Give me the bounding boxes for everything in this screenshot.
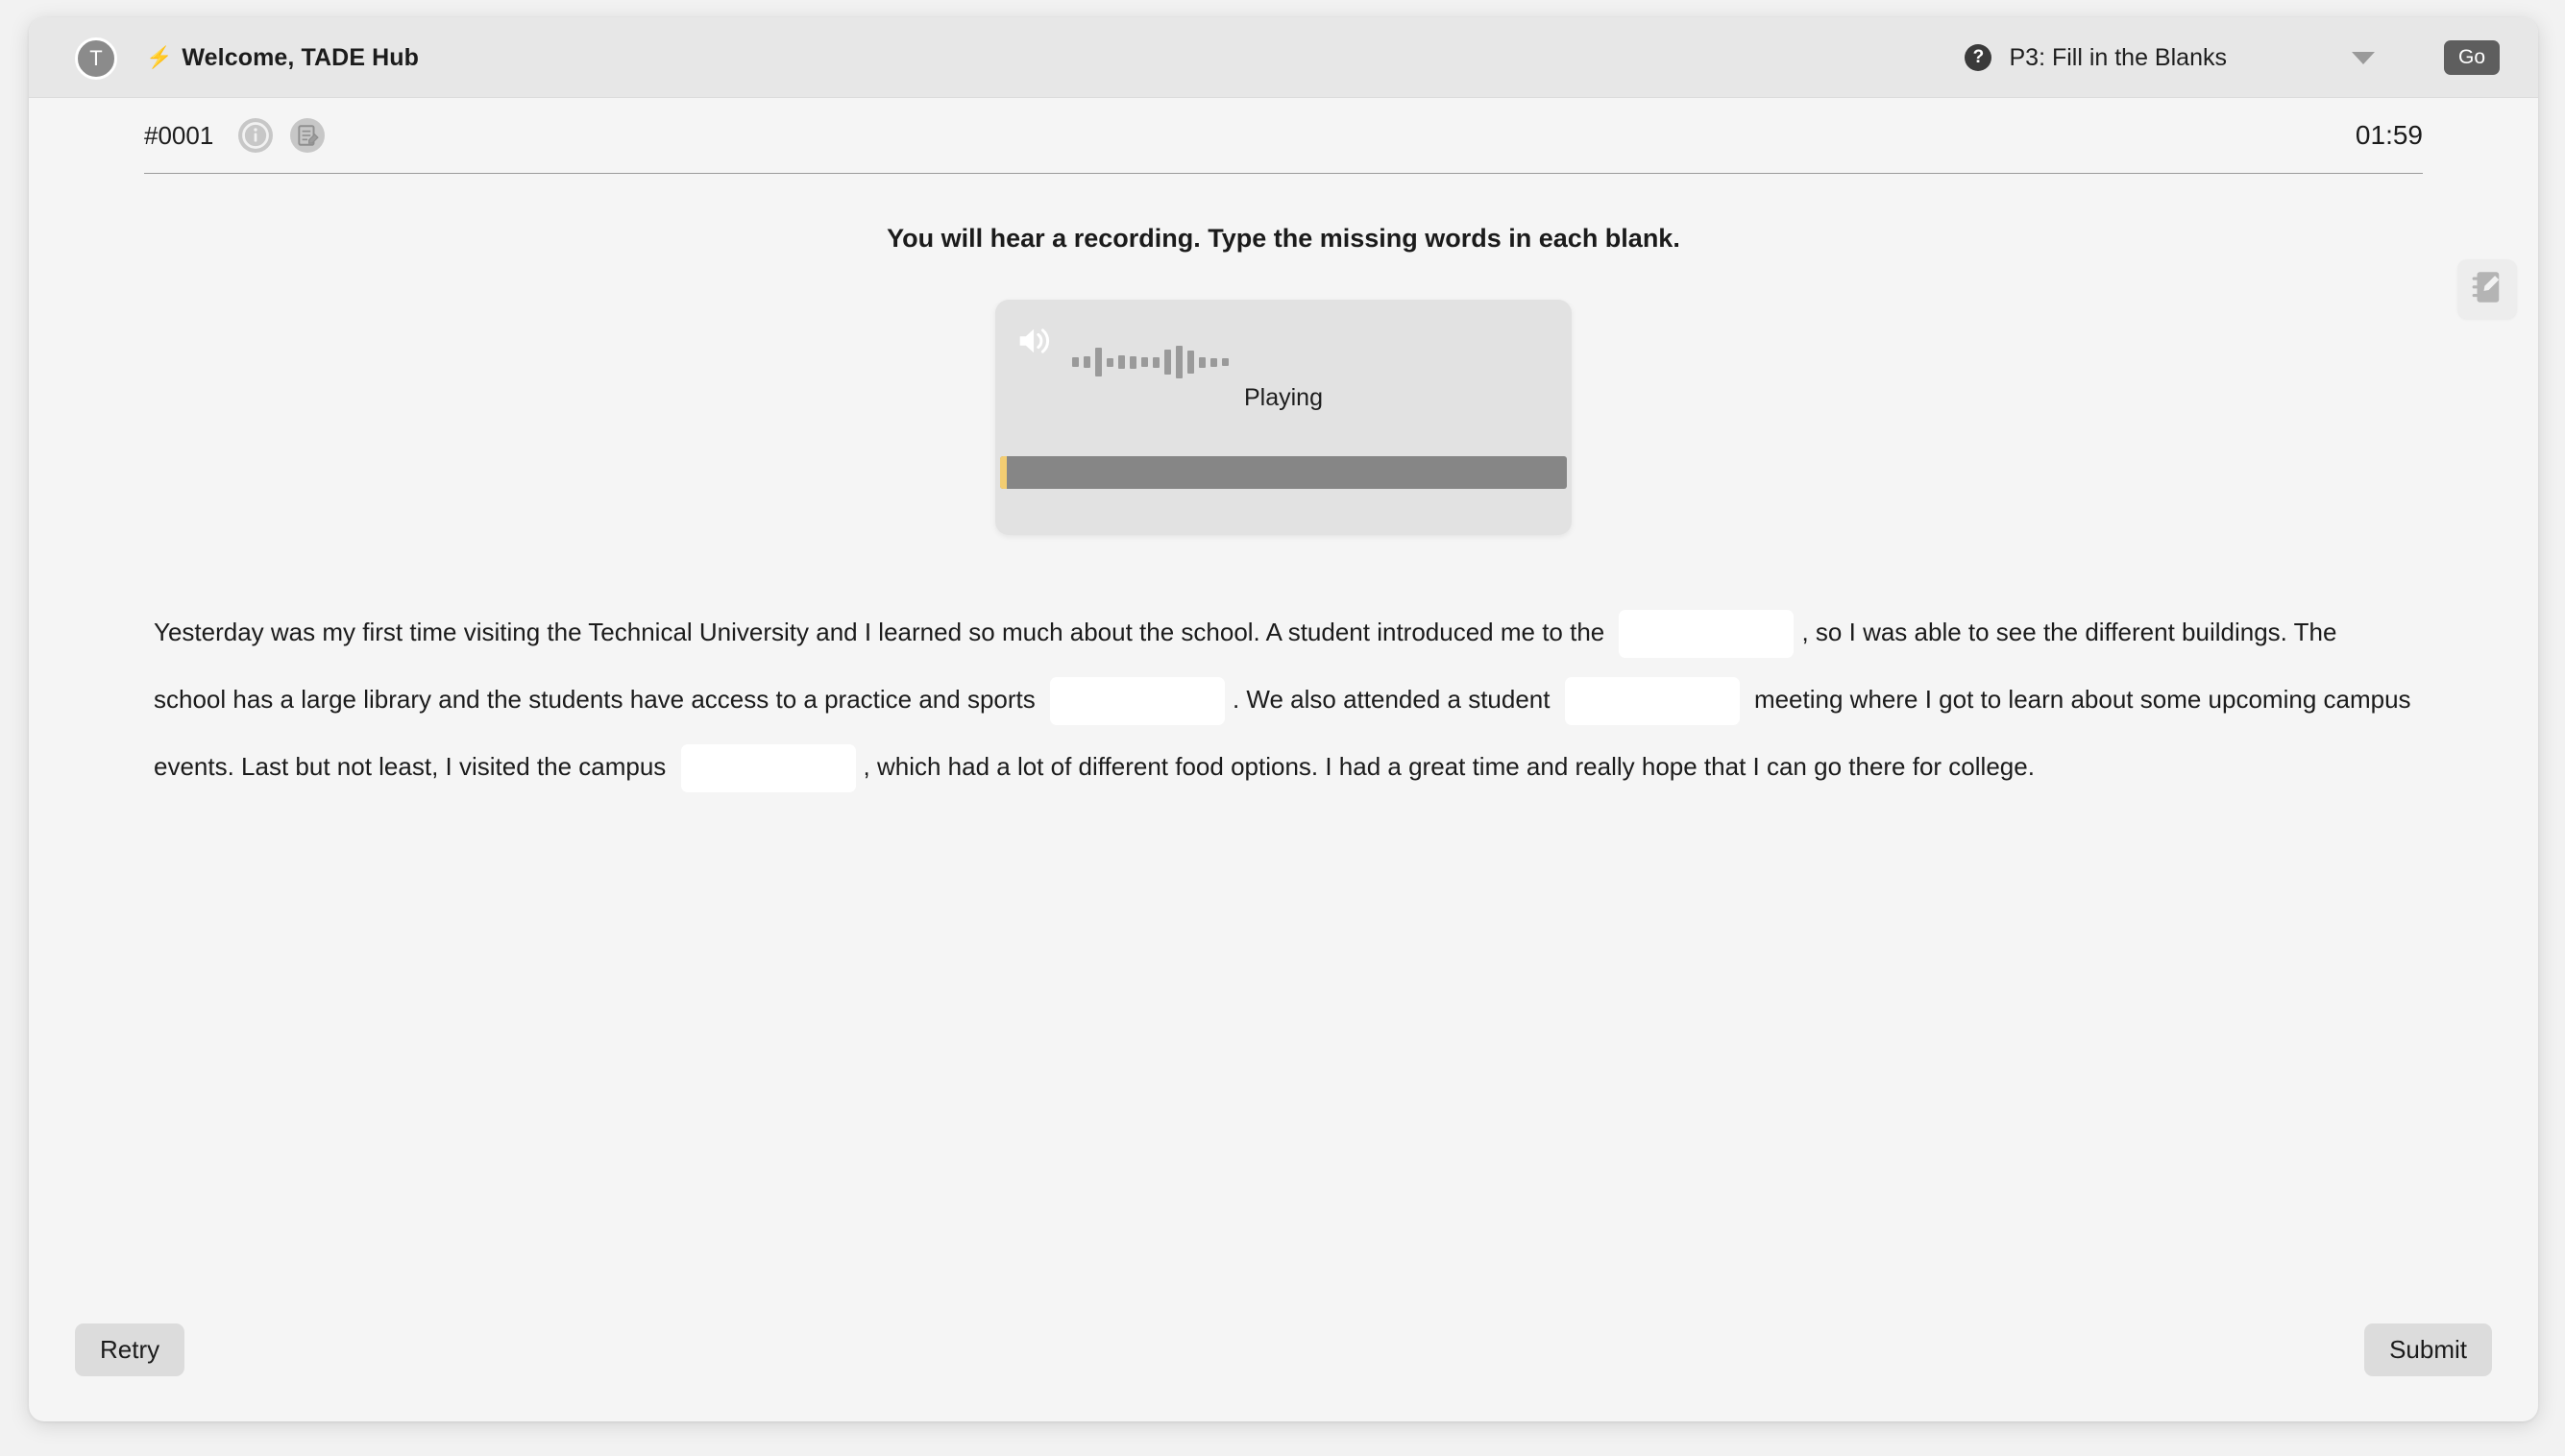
speaker-volume-icon[interactable] — [1013, 319, 1057, 368]
notes-float-button[interactable] — [2457, 259, 2517, 319]
waveform-bar — [1118, 355, 1125, 369]
waveform-bar — [1107, 357, 1113, 367]
audio-progress-fill — [1000, 456, 1008, 489]
audio-player-wrap: Playing — [29, 300, 2538, 535]
waveform-bar — [1210, 357, 1217, 367]
welcome-text: Welcome, TADE Hub — [182, 43, 420, 71]
instruction-text: You will hear a recording. Type the miss… — [887, 224, 1680, 253]
passage-text: . We also attended a student — [1232, 685, 1557, 714]
note-edit-icon[interactable] — [290, 118, 326, 153]
question-id: #0001 — [144, 120, 214, 150]
blank-input-4[interactable] — [680, 744, 856, 793]
passage-text: , which had a lot of different food opti… — [863, 752, 2035, 781]
question-meta-row: #0001 01:59 — [144, 98, 2423, 173]
question-mark-circle-icon[interactable]: ? — [1965, 44, 1992, 71]
lightning-bolt-icon: ⚡ — [146, 45, 173, 69]
avatar[interactable]: T — [75, 37, 117, 80]
activity-select-value[interactable]: P3: Fill in the Blanks — [2009, 44, 2227, 72]
waveform-bar — [1130, 355, 1136, 369]
blank-input-3[interactable] — [1564, 677, 1740, 726]
submit-button[interactable]: Submit — [2364, 1323, 2492, 1376]
audio-progress-bar[interactable] — [1000, 456, 1567, 489]
header-divider — [144, 173, 2423, 174]
countdown-timer: 01:59 — [2355, 120, 2423, 150]
passage-text: Yesterday was my first time visiting the… — [154, 618, 1612, 646]
welcome-block: ⚡ Welcome, TADE Hub — [146, 17, 419, 98]
chevron-down-icon[interactable] — [2351, 51, 2375, 64]
waveform-bar — [1084, 356, 1090, 368]
retry-button[interactable]: Retry — [75, 1323, 185, 1376]
waveform-bar — [1072, 357, 1079, 367]
waveform-bar — [1222, 358, 1229, 366]
waveform-bar — [1164, 350, 1171, 375]
waveform-bar — [1153, 356, 1160, 368]
top-bar: T ⚡ Welcome, TADE Hub ? P3: Fill in the … — [29, 17, 2538, 98]
waveform-bar — [1176, 346, 1183, 378]
footer-bar: Retry Submit — [29, 1320, 2538, 1379]
blank-input-2[interactable] — [1049, 677, 1225, 726]
waveform-bar — [1187, 351, 1194, 374]
top-bar-right: ? P3: Fill in the Blanks Go — [1965, 17, 2500, 98]
blank-input-1[interactable] — [1619, 610, 1795, 659]
waveform-bar — [1095, 348, 1102, 376]
app-window: T ⚡ Welcome, TADE Hub ? P3: Fill in the … — [29, 17, 2538, 1421]
cloze-passage: Yesterday was my first time visiting the… — [154, 598, 2413, 800]
audio-status: Playing — [1244, 384, 1323, 411]
go-button[interactable]: Go — [2443, 40, 2500, 75]
audio-player: Playing — [995, 300, 1572, 535]
waveform-bar — [1141, 357, 1148, 367]
waveform-bar — [1199, 356, 1206, 368]
notebook-pencil-icon — [2467, 267, 2507, 312]
audio-waveform — [1072, 346, 1229, 378]
info-circle-icon[interactable] — [238, 118, 274, 153]
